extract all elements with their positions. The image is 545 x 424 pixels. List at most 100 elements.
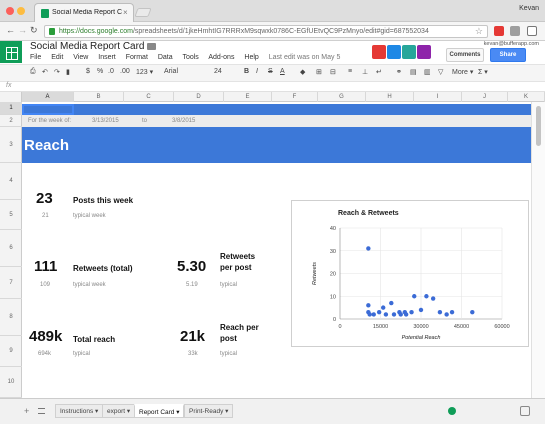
comments-button[interactable]: Comments bbox=[446, 48, 484, 62]
folder-icon[interactable] bbox=[147, 43, 156, 50]
new-tab-button[interactable] bbox=[134, 8, 152, 17]
collaborator-avatar[interactable] bbox=[402, 45, 416, 59]
percent-button[interactable]: % bbox=[97, 68, 103, 75]
document-title[interactable]: Social Media Report Card bbox=[30, 41, 145, 52]
tab-close-icon[interactable]: × bbox=[123, 8, 128, 17]
redo-icon[interactable]: ↷ bbox=[54, 68, 60, 76]
week-end-date[interactable]: 3/8/2015 bbox=[172, 118, 195, 124]
scrollbar-thumb[interactable] bbox=[536, 106, 541, 146]
week-start-date[interactable]: 3/13/2015 bbox=[92, 118, 119, 124]
decrease-decimals-button[interactable]: .0 bbox=[108, 68, 114, 75]
row-header[interactable]: 6 bbox=[0, 230, 22, 267]
text-color-button[interactable]: A bbox=[280, 68, 285, 75]
share-button[interactable]: Share bbox=[490, 48, 526, 62]
row-header[interactable]: 8 bbox=[0, 299, 22, 336]
column-header[interactable]: F bbox=[272, 92, 318, 102]
functions-button[interactable]: Σ ▾ bbox=[478, 68, 488, 76]
menu-insert[interactable]: Insert bbox=[98, 54, 116, 61]
column-header[interactable]: C bbox=[124, 92, 174, 102]
merge-cells-icon[interactable]: ⊟ bbox=[330, 68, 336, 76]
row-header[interactable]: 1 bbox=[0, 102, 22, 115]
row-header[interactable]: 7 bbox=[0, 267, 22, 299]
select-all-corner[interactable] bbox=[0, 92, 22, 102]
paint-format-icon[interactable]: ▮ bbox=[66, 68, 70, 76]
column-header[interactable]: A bbox=[22, 92, 74, 102]
sheet-tab-print-ready[interactable]: Print-Ready ▾ bbox=[184, 404, 234, 418]
menu-bar: File Edit View Insert Format Data Tools … bbox=[30, 54, 348, 61]
bookmark-star-icon[interactable]: ☆ bbox=[475, 26, 483, 37]
row-header[interactable]: 5 bbox=[0, 200, 22, 230]
all-sheets-icon[interactable] bbox=[38, 408, 45, 414]
menu-data[interactable]: Data bbox=[158, 54, 173, 61]
wrap-text-icon[interactable]: ↵ bbox=[376, 68, 382, 76]
collaborator-avatar[interactable] bbox=[417, 45, 431, 59]
bold-button[interactable]: B bbox=[244, 68, 249, 75]
extension-icon[interactable] bbox=[494, 26, 504, 36]
minimize-window-button[interactable] bbox=[17, 7, 25, 15]
add-sheet-icon[interactable]: + bbox=[24, 406, 29, 416]
row-header[interactable]: 3 bbox=[0, 127, 22, 163]
strikethrough-button[interactable]: S bbox=[268, 68, 273, 75]
selected-cell[interactable] bbox=[22, 104, 74, 115]
sheet-tab-report-card[interactable]: Report Card ▾ bbox=[134, 404, 185, 418]
menu-help[interactable]: Help bbox=[244, 54, 258, 61]
sheet-grid[interactable]: For the week of: 3/13/2015 to 3/8/2015 R… bbox=[22, 102, 531, 398]
number-format-select[interactable]: 123 ▾ bbox=[136, 68, 153, 76]
sheet-tab-export[interactable]: export ▾ bbox=[102, 404, 136, 418]
row-header[interactable]: 9 bbox=[0, 336, 22, 367]
menu-icon[interactable] bbox=[527, 26, 537, 36]
scatter-chart[interactable]: Reach & Retweets 0 10 20 30 40 0 15000 30000 450… bbox=[291, 200, 529, 347]
horizontal-align-icon[interactable]: ≡ bbox=[348, 68, 352, 75]
pocket-icon[interactable] bbox=[510, 26, 520, 36]
column-header[interactable]: G bbox=[318, 92, 366, 102]
column-header[interactable]: H bbox=[366, 92, 414, 102]
menu-view[interactable]: View bbox=[73, 54, 88, 61]
sheet-tab-instructions[interactable]: Instructions ▾ bbox=[55, 404, 104, 418]
increase-decimals-button[interactable]: .00 bbox=[120, 68, 130, 75]
column-header[interactable]: B bbox=[74, 92, 124, 102]
header-band bbox=[22, 104, 531, 115]
menu-file[interactable]: File bbox=[30, 54, 41, 61]
browser-tab[interactable]: Social Media Report Card × bbox=[34, 3, 134, 22]
vertical-align-icon[interactable]: ⊥ bbox=[362, 68, 368, 76]
borders-icon[interactable]: ⊞ bbox=[316, 68, 322, 76]
collaborator-avatar[interactable] bbox=[372, 45, 386, 59]
collaborator-avatar[interactable] bbox=[387, 45, 401, 59]
close-window-button[interactable] bbox=[6, 7, 14, 15]
insert-chart-icon[interactable]: ▥ bbox=[424, 68, 431, 76]
url-input[interactable]: https://docs.google.com/spreadsheets/d/1… bbox=[44, 25, 488, 38]
row-header[interactable]: 10 bbox=[0, 367, 22, 398]
filter-icon[interactable]: ▽ bbox=[438, 68, 443, 76]
column-header[interactable]: K bbox=[508, 92, 545, 102]
explore-icon[interactable] bbox=[520, 406, 530, 416]
font-select[interactable]: Arial bbox=[164, 68, 178, 75]
row-header[interactable]: 4 bbox=[0, 163, 22, 200]
menu-format[interactable]: Format bbox=[126, 54, 148, 61]
menu-tools[interactable]: Tools bbox=[182, 54, 198, 61]
more-menu[interactable]: More ▾ bbox=[452, 68, 473, 76]
menu-edit[interactable]: Edit bbox=[51, 54, 63, 61]
formula-bar[interactable]: fx bbox=[0, 82, 545, 92]
browser-profile-name[interactable]: Kevan bbox=[519, 5, 539, 12]
sheets-logo-icon[interactable] bbox=[0, 41, 22, 63]
fill-color-icon[interactable]: ◆ bbox=[300, 68, 305, 76]
account-email[interactable]: kevan@bufferapp.com bbox=[484, 41, 539, 47]
last-edit-status[interactable]: Last edit was on May 5 bbox=[269, 54, 341, 61]
reload-icon[interactable]: ↻ bbox=[30, 25, 38, 36]
undo-icon[interactable]: ↶ bbox=[42, 68, 48, 76]
insert-comment-icon[interactable]: ▤ bbox=[410, 68, 417, 76]
vertical-scrollbar[interactable] bbox=[531, 102, 545, 398]
column-header[interactable]: I bbox=[414, 92, 462, 102]
back-arrow-icon[interactable]: ← bbox=[6, 25, 15, 35]
menu-addons[interactable]: Add-ons bbox=[208, 54, 234, 61]
forward-arrow-icon[interactable]: → bbox=[18, 25, 27, 35]
currency-button[interactable]: $ bbox=[86, 68, 90, 75]
column-header[interactable]: J bbox=[462, 92, 508, 102]
column-header[interactable]: E bbox=[224, 92, 272, 102]
insert-link-icon[interactable]: ⚭ bbox=[396, 68, 402, 76]
print-icon[interactable]: ⎙ bbox=[30, 68, 36, 76]
font-size-select[interactable]: 24 bbox=[214, 68, 222, 75]
row-header[interactable]: 2 bbox=[0, 115, 22, 127]
italic-button[interactable]: I bbox=[256, 68, 258, 75]
column-header[interactable]: D bbox=[174, 92, 224, 102]
